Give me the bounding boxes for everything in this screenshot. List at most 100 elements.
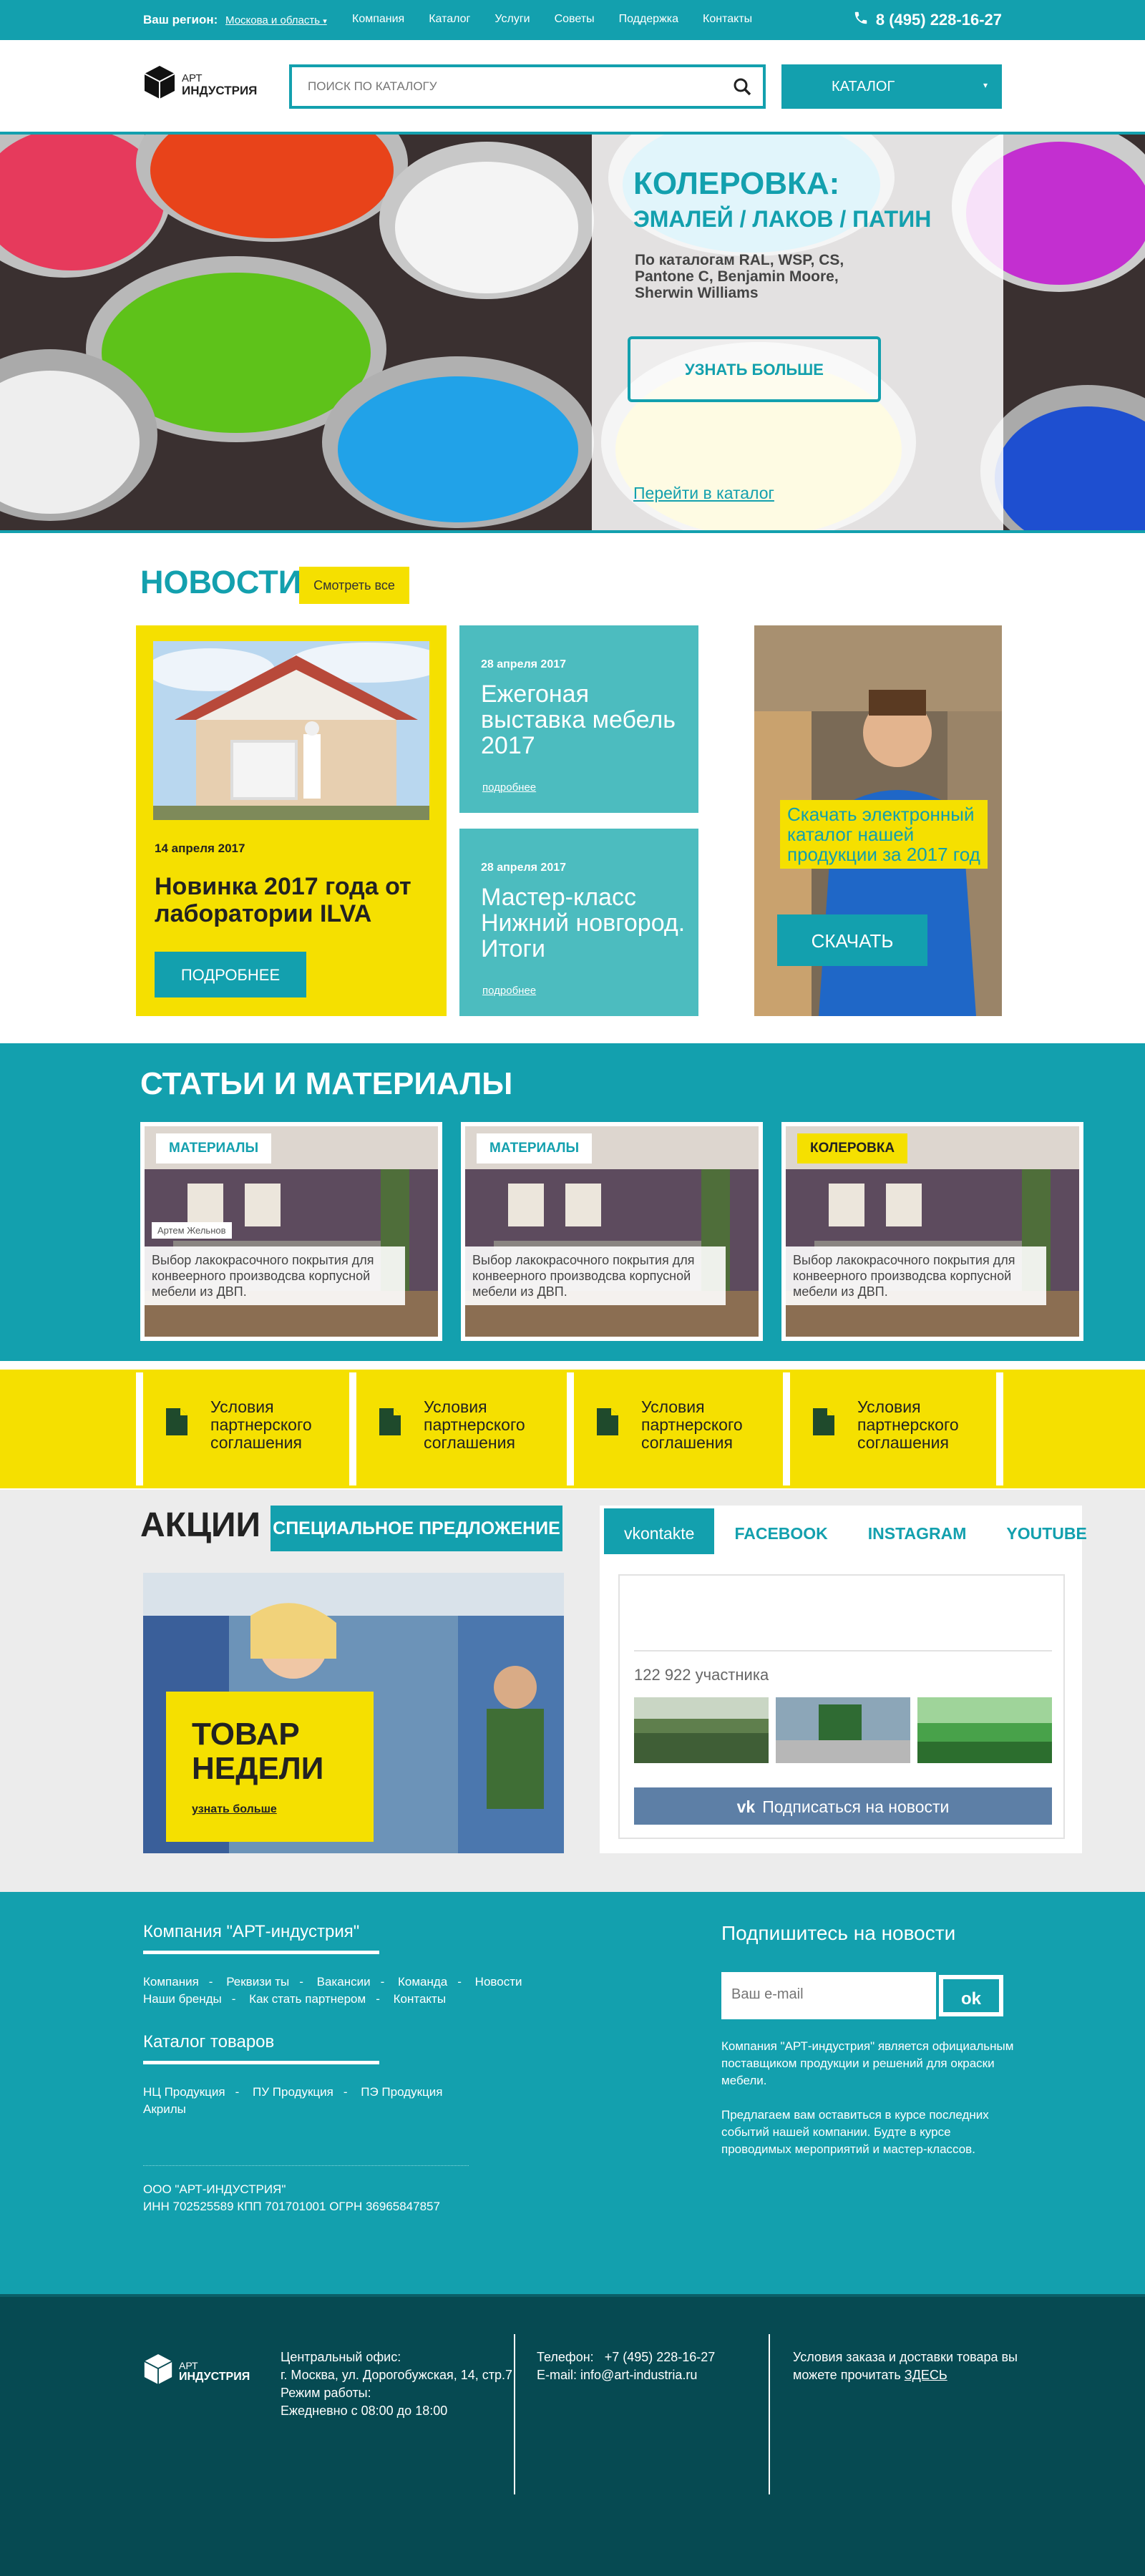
interior-image: КОЛЕРОВКА Выбор лакокрасочного покрытия … bbox=[786, 1126, 1079, 1337]
go-to-catalog-link[interactable]: Перейти в каталог bbox=[633, 484, 774, 503]
article-tag: МАТЕРИАЛЫ bbox=[477, 1133, 593, 1163]
logo-text: АРТ ИНДУСТРИЯ bbox=[182, 72, 258, 97]
footer-link[interactable]: Реквизи ты bbox=[226, 1975, 289, 1989]
document-icon bbox=[595, 1407, 620, 1440]
site-header: АРТ ИНДУСТРИЯ КАТАЛОГ ▾ bbox=[0, 40, 1145, 135]
hero-description: По каталогам RAL, WSP, CS, Pantone C, Be… bbox=[635, 252, 844, 301]
footer-link[interactable]: НЦ Продукция bbox=[143, 2085, 225, 2099]
footer-link[interactable]: Компания bbox=[143, 1975, 199, 1989]
region-selector: Ваш регион: Москова и область ▾ bbox=[143, 13, 327, 27]
email-box bbox=[721, 1972, 936, 2019]
about-text: Компания "АРТ-индустрия" является официа… bbox=[721, 2039, 1014, 2087]
article-author: Артем Жельнов bbox=[152, 1222, 232, 1239]
nav-catalog[interactable]: Каталог bbox=[429, 13, 470, 26]
news-date: 28 апреля 2017 bbox=[481, 862, 567, 874]
footer-link[interactable]: Наши бренды bbox=[143, 1992, 222, 2006]
tab-instagram[interactable]: INSTAGRAM bbox=[848, 1508, 987, 1554]
search-icon[interactable] bbox=[733, 77, 751, 99]
partner-item[interactable]: Условия партнерского соглашения bbox=[574, 1372, 781, 1485]
footer-link[interactable]: Акрилы bbox=[143, 2102, 186, 2116]
week-more-link[interactable]: узнать больше bbox=[192, 1803, 277, 1816]
article-tag: МАТЕРИАЛЫ bbox=[156, 1133, 272, 1163]
document-icon bbox=[378, 1407, 402, 1440]
partner-item[interactable]: Условия партнерского соглашения bbox=[356, 1372, 564, 1485]
nav-services[interactable]: Услуги bbox=[494, 13, 530, 26]
tab-vkontakte[interactable]: vkontakte bbox=[604, 1508, 715, 1554]
social-widget: vkontakte FACEBOOK INSTAGRAM YOUTUBE 122… bbox=[600, 1506, 1087, 1853]
group-photo[interactable] bbox=[776, 1697, 910, 1763]
nav-support[interactable]: Поддержка bbox=[619, 13, 678, 26]
footer-email[interactable]: info@art-industria.ru bbox=[580, 2368, 697, 2382]
divider bbox=[634, 1650, 1052, 1652]
group-photo[interactable] bbox=[634, 1697, 769, 1763]
news-headline: Ежегоная выставка мебель 2017 bbox=[481, 680, 676, 759]
chevron-down-icon: ▾ bbox=[983, 80, 988, 90]
footer-link[interactable]: Вакансии bbox=[317, 1975, 371, 1989]
footer-company-head: Компания "АРТ-индустрия" bbox=[143, 1922, 360, 1941]
footer-link[interactable]: ПУ Продукция bbox=[253, 2085, 333, 2099]
nav-contacts[interactable]: Контакты bbox=[703, 13, 752, 26]
logo-text: АРТ ИНДУСТРИЯ bbox=[179, 2359, 250, 2383]
article-description: Выбор лакокрасочного покрытия для конвее… bbox=[145, 1246, 405, 1305]
delivery-link[interactable]: ЗДЕСЬ bbox=[905, 2368, 947, 2382]
strip-divider bbox=[136, 1372, 143, 1485]
news-more-link[interactable]: подробнее bbox=[482, 781, 536, 794]
partner-item[interactable]: Условия партнерского соглашения bbox=[143, 1372, 351, 1485]
learn-more-button[interactable]: УЗНАТЬ БОЛЬШЕ bbox=[628, 336, 881, 402]
footer-link[interactable]: Контакты bbox=[394, 1992, 446, 2006]
product-of-week-banner[interactable]: ТОВАР НЕДЕЛИ узнать больше bbox=[143, 1573, 564, 1853]
hero-divider bbox=[0, 530, 1145, 533]
news-more-link[interactable]: подробнее bbox=[482, 985, 536, 997]
hero-banner: КОЛЕРОВКА: ЭМАЛЕЙ / ЛАКОВ / ПАТИН По кат… bbox=[0, 135, 1145, 533]
divider bbox=[769, 2334, 770, 2494]
download-button[interactable]: СКАЧАТЬ bbox=[777, 914, 927, 966]
hero-subtitle: ЭМАЛЕЙ / ЛАКОВ / ПАТИН bbox=[633, 206, 932, 232]
footer-link[interactable]: Новости bbox=[475, 1975, 522, 1989]
nav-company[interactable]: Компания bbox=[352, 13, 404, 26]
email-field[interactable] bbox=[721, 1972, 929, 2016]
legal-info: ООО "АРТ-ИНДУСТРИЯ" ИНН 702525589 КПП 70… bbox=[143, 2182, 440, 2213]
promo-text: Скачать электронный каталог нашей продук… bbox=[780, 800, 988, 869]
news-card[interactable]: 28 апреля 2017 Мастер-класс Нижний новго… bbox=[459, 829, 698, 1016]
footer-link[interactable]: ПЭ Продукция bbox=[361, 2085, 442, 2099]
group-photo[interactable] bbox=[917, 1697, 1052, 1763]
see-all-news-button[interactable]: Смотреть все bbox=[299, 567, 409, 604]
article-card[interactable]: КОЛЕРОВКА Выбор лакокрасочного покрытия … bbox=[781, 1122, 1083, 1341]
vk-widget-box: 122 922 участника vk Подписаться на новос… bbox=[618, 1574, 1065, 1839]
article-card[interactable]: МАТЕРИАЛЫ Артем Жельнов Выбор лакокрасоч… bbox=[140, 1122, 442, 1341]
strip-divider bbox=[783, 1372, 790, 1485]
articles-title: СТАТЬИ И МАТЕРИАЛЫ bbox=[140, 1066, 513, 1101]
special-offer-button[interactable]: СПЕЦИАЛЬНОЕ ПРЕДЛОЖЕНИЕ bbox=[271, 1506, 562, 1551]
divider bbox=[143, 1951, 379, 1954]
search-input[interactable] bbox=[292, 67, 707, 106]
footer-phone[interactable]: +7 (495) 228-16-27 bbox=[605, 2350, 716, 2364]
footer-link[interactable]: Как стать партнером bbox=[249, 1992, 366, 2006]
region-link[interactable]: Москова и область ▾ bbox=[225, 14, 327, 26]
subscribe-ok-button[interactable]: ok bbox=[939, 1975, 1003, 2016]
footer-logo[interactable]: АРТ ИНДУСТРИЯ bbox=[143, 2353, 250, 2389]
news-card[interactable]: 28 апреля 2017 Ежегоная выставка мебель … bbox=[459, 625, 698, 813]
news-main-card[interactable]: 14 апреля 2017 Новинка 2017 года от лабо… bbox=[136, 625, 447, 1016]
top-phone[interactable]: 8 (495) 228-16-27 bbox=[853, 10, 1002, 30]
logo-cube-icon bbox=[143, 2353, 173, 2389]
article-description: Выбор лакокрасочного покрытия для конвее… bbox=[465, 1246, 726, 1305]
phone-icon bbox=[853, 10, 869, 30]
nav-advice[interactable]: Советы bbox=[555, 13, 595, 26]
footer: Компания "АРТ-индустрия" Компания - Рекви… bbox=[0, 1892, 1145, 2294]
catalog-dropdown[interactable]: КАТАЛОГ ▾ bbox=[781, 64, 1002, 109]
hero-panel: КОЛЕРОВКА: ЭМАЛЕЙ / ЛАКОВ / ПАТИН По кат… bbox=[592, 135, 1003, 533]
week-box: ТОВАР НЕДЕЛИ узнать больше bbox=[166, 1692, 374, 1842]
article-tag: КОЛЕРОВКА bbox=[797, 1133, 908, 1163]
article-card[interactable]: МАТЕРИАЛЫ Выбор лакокрасочного покрытия … bbox=[461, 1122, 763, 1341]
partner-item-label: Условия партнерского соглашения bbox=[424, 1397, 525, 1452]
footer-catalog-head: Каталог товаров bbox=[143, 2032, 275, 2051]
news-more-button[interactable]: ПОДРОБНЕЕ bbox=[155, 952, 306, 997]
delivery-info: Условия заказа и доставки товара вы може… bbox=[793, 2350, 1018, 2382]
tab-youtube[interactable]: YOUTUBE bbox=[986, 1508, 1106, 1554]
vk-subscribe-button[interactable]: vk Подписаться на новости bbox=[634, 1787, 1052, 1825]
partner-item[interactable]: Условия партнерского соглашения bbox=[790, 1372, 998, 1485]
logo[interactable]: АРТ ИНДУСТРИЯ bbox=[143, 64, 257, 104]
members-count: 122 922 участника bbox=[634, 1666, 769, 1684]
tab-facebook[interactable]: FACEBOOK bbox=[714, 1508, 847, 1554]
footer-link[interactable]: Команда bbox=[398, 1975, 447, 1989]
